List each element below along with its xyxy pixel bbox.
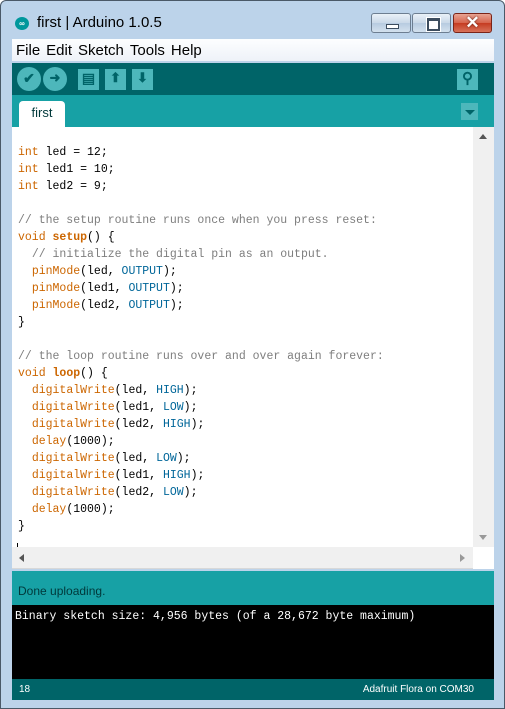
checkmark-icon: ✔: [23, 70, 35, 86]
menu-bar: File Edit Sketch Tools Help: [12, 39, 494, 61]
code-line: // initialize the digital pin as an outp…: [31, 248, 329, 261]
tab-first[interactable]: first: [19, 101, 65, 127]
close-button[interactable]: ✕: [453, 13, 492, 33]
new-document-icon: ▤: [81, 70, 96, 86]
code-line: digitalWrite(led2, LOW);: [31, 486, 198, 499]
scroll-down-icon[interactable]: [479, 535, 487, 540]
window-title: first | Arduino 1.0.5: [37, 14, 162, 31]
serial-monitor-button[interactable]: ⚲: [457, 69, 478, 90]
arrow-down-icon: ⬇: [137, 70, 148, 85]
console-output[interactable]: Binary sketch size: 4,956 bytes (of a 28…: [12, 605, 494, 679]
scrollbar-corner: [473, 547, 494, 569]
arrow-up-icon: ⬆: [110, 70, 121, 85]
menu-file[interactable]: File: [16, 42, 40, 59]
menu-help[interactable]: Help: [171, 42, 202, 59]
new-button[interactable]: ▤: [78, 69, 99, 90]
scroll-left-icon[interactable]: [19, 554, 24, 562]
menu-tools[interactable]: Tools: [130, 42, 165, 59]
menu-edit[interactable]: Edit: [46, 42, 72, 59]
console-text: Binary sketch size: 4,956 bytes (of a 28…: [15, 610, 416, 623]
status-bar: Done uploading.: [12, 571, 494, 605]
code-line: pinMode(led2, OUTPUT);: [31, 299, 184, 312]
code-line: digitalWrite(led, LOW);: [31, 452, 191, 465]
magnifier-icon: ⚲: [462, 70, 473, 87]
tab-menu-button[interactable]: [461, 103, 478, 120]
code-line: pinMode(led1, OUTPUT);: [31, 282, 184, 295]
status-message: Done uploading.: [18, 584, 106, 598]
code-content[interactable]: int led = 12; int led1 = 10; int led2 = 9;…: [18, 144, 384, 535]
arduino-logo-icon: ∞: [15, 17, 29, 30]
board-port-info: Adafruit Flora on COM30: [362, 684, 474, 695]
scroll-up-icon[interactable]: [479, 134, 487, 139]
minimize-button[interactable]: [371, 13, 411, 33]
code-editor[interactable]: int led = 12; int led1 = 10; int led2 = 9;…: [12, 127, 473, 547]
code-line: digitalWrite(led, HIGH);: [31, 384, 198, 397]
vertical-scrollbar[interactable]: [473, 127, 494, 547]
code-line: delay(1000);: [31, 503, 115, 516]
menu-sketch[interactable]: Sketch: [78, 42, 124, 59]
footer-bar: 18 Adafruit Flora on COM30: [12, 679, 494, 700]
close-icon: ✕: [465, 13, 480, 32]
save-button[interactable]: ⬇: [132, 69, 153, 90]
code-line: int led2 = 9;: [18, 180, 108, 193]
code-line: int led = 12;: [18, 146, 108, 159]
toolbar: ✔ ➜ ▤ ⬆ ⬇ ⚲: [12, 63, 494, 95]
code-line: digitalWrite(led1, HIGH);: [31, 469, 205, 482]
code-line: }: [18, 520, 25, 533]
code-line: void setup() {: [18, 231, 115, 244]
code-line: void loop() {: [18, 367, 108, 380]
line-number: 18: [19, 684, 31, 695]
code-line: int led1 = 10;: [18, 163, 115, 176]
verify-button[interactable]: ✔: [17, 67, 41, 91]
arrow-right-icon: ➜: [49, 70, 61, 85]
horizontal-scrollbar[interactable]: [12, 547, 473, 569]
maximize-button[interactable]: [412, 13, 451, 33]
code-line: digitalWrite(led2, HIGH);: [31, 418, 205, 431]
title-bar[interactable]: ∞ first | Arduino 1.0.5 ✕: [1, 1, 504, 39]
code-line: delay(1000);: [31, 435, 115, 448]
arduino-window: ∞ first | Arduino 1.0.5 ✕ File Edit Sket…: [0, 0, 505, 709]
code-line: pinMode(led, OUTPUT);: [31, 265, 177, 278]
tab-bar: first: [12, 95, 494, 127]
upload-button[interactable]: ➜: [43, 67, 67, 91]
scroll-right-icon[interactable]: [460, 554, 465, 562]
open-button[interactable]: ⬆: [105, 69, 126, 90]
code-line: // the loop routine runs over and over a…: [18, 350, 384, 363]
code-line: digitalWrite(led1, LOW);: [31, 401, 198, 414]
code-line: }: [18, 316, 25, 329]
code-line: // the setup routine runs once when you …: [18, 214, 377, 227]
